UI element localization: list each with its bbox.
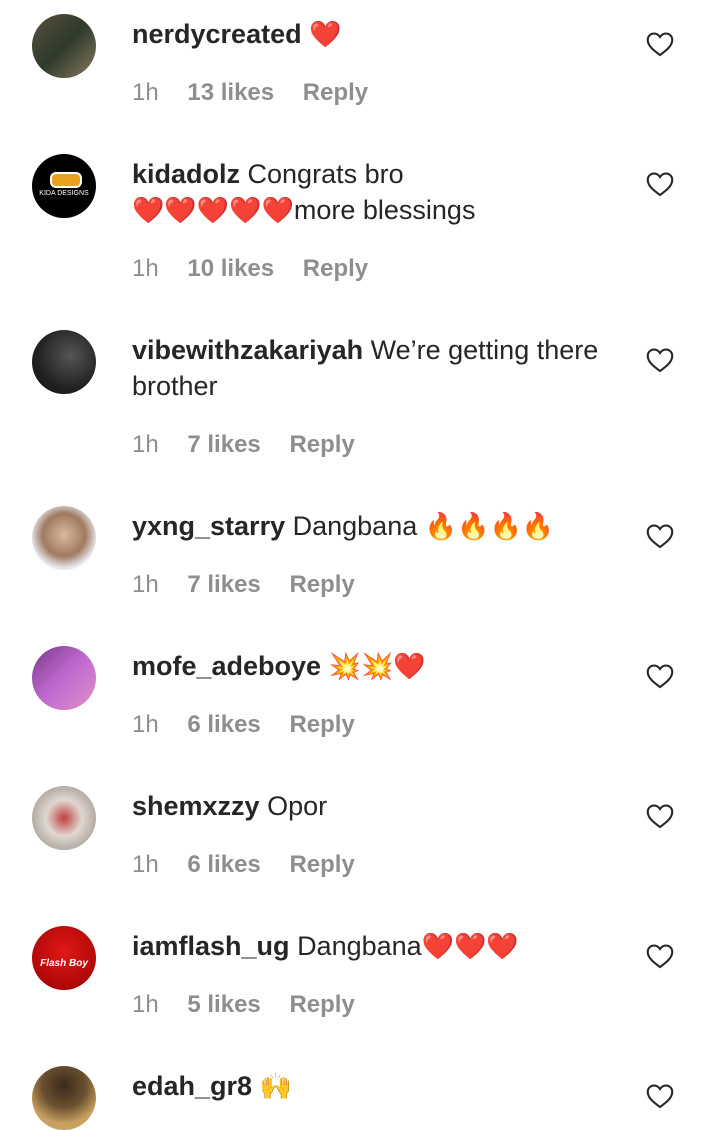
timestamp: 1h bbox=[132, 431, 159, 458]
comment-body: Opor bbox=[267, 791, 328, 821]
avatar[interactable] bbox=[32, 646, 96, 710]
comment-text: mofe_adeboye 💥💥❤️ bbox=[132, 648, 612, 685]
avatar[interactable] bbox=[32, 506, 96, 570]
emoji: 💥💥❤️ bbox=[328, 652, 426, 682]
reply-button[interactable]: Reply bbox=[289, 431, 354, 458]
likes-count[interactable]: 7 likes bbox=[187, 571, 260, 598]
comment-meta: 1h 6 likes Reply bbox=[132, 710, 377, 740]
username[interactable]: kidadolz bbox=[132, 159, 240, 189]
heart-outline-icon[interactable] bbox=[646, 171, 674, 197]
heart-outline-icon[interactable] bbox=[646, 943, 674, 969]
comment-meta: 1h 6 likes Reply bbox=[132, 850, 377, 880]
comment-meta: 1h 7 likes Reply bbox=[132, 430, 377, 460]
username[interactable]: vibewithzakariyah bbox=[132, 335, 363, 365]
avatar-logo-icon bbox=[50, 172, 82, 188]
avatar[interactable]: Flash Boy bbox=[32, 926, 96, 990]
avatar[interactable] bbox=[32, 786, 96, 850]
comment-body: Dangbana bbox=[297, 931, 422, 961]
username[interactable]: shemxzzy bbox=[132, 791, 260, 821]
reply-button[interactable]: Reply bbox=[303, 79, 368, 106]
reply-button[interactable]: Reply bbox=[289, 571, 354, 598]
emoji: ❤️❤️❤️ bbox=[421, 932, 519, 962]
comment-body-continued: more blessings bbox=[293, 195, 476, 225]
reply-button[interactable]: Reply bbox=[303, 255, 368, 282]
comment-body: Congrats bro bbox=[247, 159, 404, 189]
likes-count[interactable]: 7 likes bbox=[187, 431, 260, 458]
comment-text: edah_gr8 🙌 bbox=[132, 1068, 612, 1105]
timestamp: 1h bbox=[132, 571, 159, 598]
likes-count[interactable]: 10 likes bbox=[187, 255, 274, 282]
emoji: ❤️ bbox=[309, 20, 342, 50]
comment-meta: 1h 7 likes Reply bbox=[132, 570, 377, 600]
timestamp: 1h bbox=[132, 255, 159, 282]
likes-count[interactable]: 5 likes bbox=[187, 991, 260, 1018]
reply-button[interactable]: Reply bbox=[289, 851, 354, 878]
comment-meta: 1h 10 likes Reply bbox=[132, 254, 390, 284]
comment-text: vibewithzakariyah We’re getting there br… bbox=[132, 332, 612, 404]
emoji: ❤️❤️❤️❤️❤️ bbox=[132, 196, 294, 226]
comment-body: Dangbana bbox=[292, 511, 418, 541]
likes-count[interactable]: 13 likes bbox=[187, 79, 274, 106]
username[interactable]: yxng_starry bbox=[132, 511, 285, 541]
username[interactable]: nerdycreated bbox=[132, 19, 302, 49]
username[interactable]: iamflash_ug bbox=[132, 931, 290, 961]
heart-outline-icon[interactable] bbox=[646, 1083, 674, 1109]
reply-button[interactable]: Reply bbox=[289, 711, 354, 738]
timestamp: 1h bbox=[132, 79, 159, 106]
timestamp: 1h bbox=[132, 711, 159, 738]
avatar-logo-text: KIDA DESIGNS bbox=[39, 190, 89, 197]
avatar[interactable] bbox=[32, 1066, 96, 1130]
comment-text: shemxzzy Opor bbox=[132, 788, 612, 824]
heart-outline-icon[interactable] bbox=[646, 803, 674, 829]
heart-outline-icon[interactable] bbox=[646, 31, 674, 57]
likes-count[interactable]: 6 likes bbox=[187, 711, 260, 738]
comment-text: yxng_starry Dangbana 🔥🔥🔥🔥 bbox=[132, 508, 612, 545]
avatar[interactable] bbox=[32, 330, 96, 394]
emoji: 🙌 bbox=[259, 1072, 292, 1102]
comment-text: iamflash_ug Dangbana❤️❤️❤️ bbox=[132, 928, 612, 965]
heart-outline-icon[interactable] bbox=[646, 347, 674, 373]
username[interactable]: edah_gr8 bbox=[132, 1071, 252, 1101]
timestamp: 1h bbox=[132, 991, 159, 1018]
likes-count[interactable]: 6 likes bbox=[187, 851, 260, 878]
comment-meta: 1h 13 likes Reply bbox=[132, 78, 390, 108]
comment-text: kidadolz Congrats bro ❤️❤️❤️❤️❤️more ble… bbox=[132, 156, 612, 229]
emoji: 🔥🔥🔥🔥 bbox=[424, 512, 555, 542]
heart-outline-icon[interactable] bbox=[646, 663, 674, 689]
avatar[interactable]: KIDA DESIGNS bbox=[32, 154, 96, 218]
heart-outline-icon[interactable] bbox=[646, 523, 674, 549]
avatar-logo-text: Flash Boy bbox=[40, 958, 88, 969]
username[interactable]: mofe_adeboye bbox=[132, 651, 321, 681]
comment-text: nerdycreated ❤️ bbox=[132, 16, 612, 53]
reply-button[interactable]: Reply bbox=[289, 991, 354, 1018]
avatar[interactable] bbox=[32, 14, 96, 78]
comment-meta: 1h 5 likes Reply bbox=[132, 990, 377, 1020]
timestamp: 1h bbox=[132, 851, 159, 878]
